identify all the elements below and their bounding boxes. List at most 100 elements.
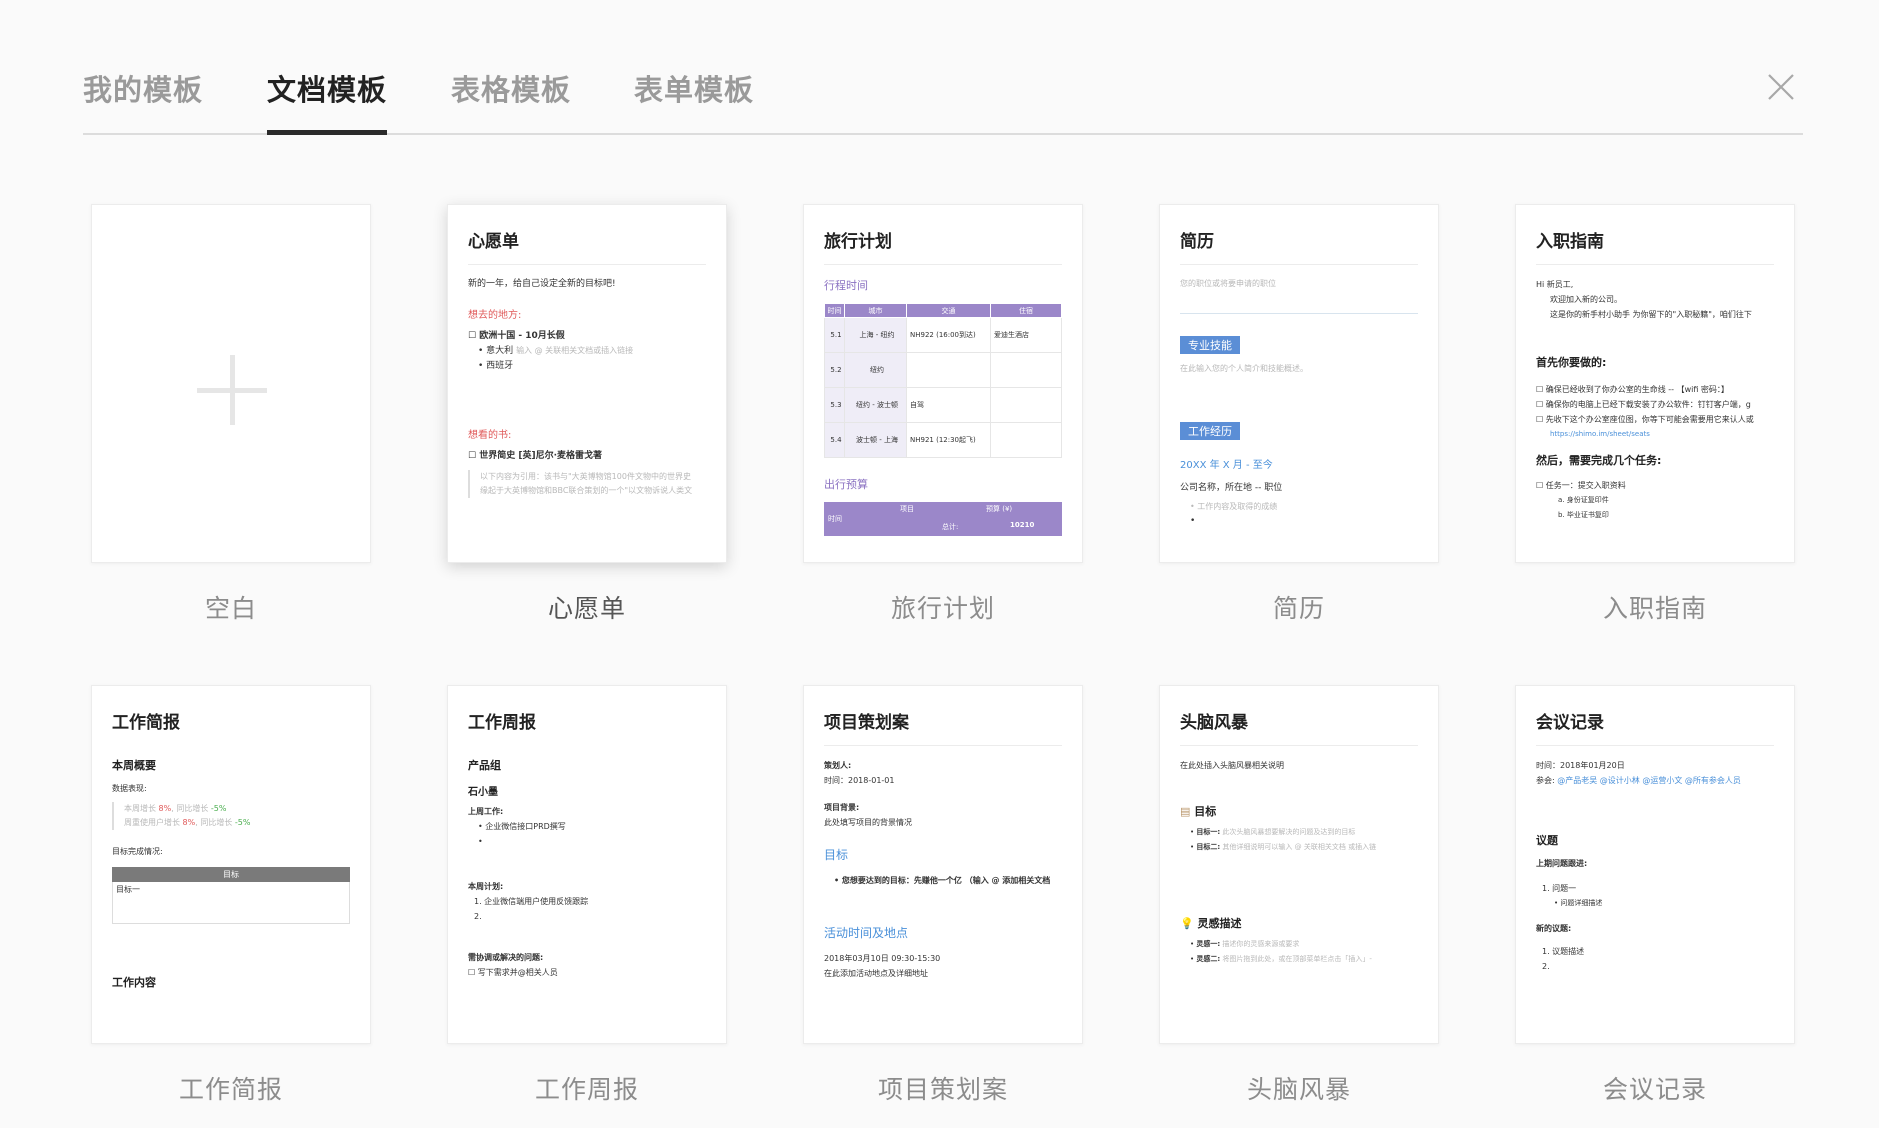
template-card-wishlist[interactable]: 心愿单 新的一年，给自己设定全新的目标吧! 想去的地方: 欧洲十国 - 10月长… bbox=[447, 204, 727, 563]
template-caption: 头脑风暴 bbox=[1246, 1075, 1351, 1104]
template-card-meeting[interactable]: 会议记录 时间：2018年01月20日 参会: @产品老吴 @设计小林 @运营小… bbox=[1515, 685, 1795, 1044]
card-heading: 本周概要 bbox=[112, 759, 156, 772]
table-cell: 波士顿 - 上海 bbox=[844, 422, 907, 458]
card-heading: 产品组 bbox=[468, 759, 501, 772]
table-cell: 自驾 bbox=[906, 387, 991, 423]
list-item: 1. 企业微信端用户使用反馈跟踪 bbox=[474, 897, 589, 906]
table-cell: 5.1 bbox=[824, 317, 845, 353]
card-heading: ▤ 目标 bbox=[1180, 805, 1217, 818]
card-text: 需协调或解决的问题: bbox=[468, 953, 544, 962]
card-heading: 活动时间及地点 bbox=[824, 926, 909, 940]
checkbox-item: 任务一：提交入职资料 bbox=[1536, 478, 1774, 493]
card-heading: 石小墨 bbox=[468, 787, 498, 798]
card-heading: 然后，需要完成几个任务: bbox=[1536, 454, 1662, 467]
template-item-onboarding[interactable]: 入职指南 Hi 新员工, 欢迎加入新的公司。 这是你的新手村小助手 为你留下的"… bbox=[1515, 204, 1795, 625]
template-item-brainstorm[interactable]: 头脑风暴 在此处插入头脑风暴相关说明 ▤ 目标 目标一: 此次头脑风暴想要解决的… bbox=[1159, 685, 1439, 1106]
template-caption: 工作简报 bbox=[178, 1075, 283, 1104]
budget-total: 10210 bbox=[1010, 521, 1035, 529]
card-title: 旅行计划 bbox=[824, 227, 1062, 265]
table-header: 住宿 bbox=[990, 303, 1062, 318]
table-cell: 纽约 - 波士顿 bbox=[844, 387, 907, 423]
template-card-brief[interactable]: 工作简报 本周概要 数据表现: 本周增长 8%, 同比增长 -5% 周重使用户增… bbox=[91, 685, 371, 1044]
checkbox-item: 先收下这个办公室座位图，你等下可能会需要用它来认人或 bbox=[1536, 412, 1774, 427]
template-item-brief[interactable]: 工作简报 本周概要 数据表现: 本周增长 8%, 同比增长 -5% 周重使用户增… bbox=[91, 685, 371, 1106]
card-text: 这是你的新手村小助手 为你留下的"入职秘籍"，咱们往下 bbox=[1550, 310, 1752, 319]
card-text: 项目背景: bbox=[824, 803, 860, 812]
template-card-blank[interactable] bbox=[91, 204, 371, 563]
table-cell: NH921 (12:30起飞) bbox=[906, 422, 991, 458]
table-cell: 5.3 bbox=[824, 387, 845, 423]
tab-doc-templates[interactable]: 文档模板 bbox=[267, 70, 388, 135]
table-cell: 5.2 bbox=[824, 352, 845, 388]
template-card-onboarding[interactable]: 入职指南 Hi 新员工, 欢迎加入新的公司。 这是你的新手村小助手 为你留下的"… bbox=[1515, 204, 1795, 563]
hint-text: 输入 @ 关联相关文档或插入链接 bbox=[516, 346, 634, 355]
template-item-resume[interactable]: 简历 您的职位或将要申请的职位 专业技能 在此输入您的个人简介和技能概述。 工作… bbox=[1159, 204, 1439, 625]
card-text: 数据表现: bbox=[112, 784, 147, 793]
checkbox-item: 确保你的电脑上已经下载安装了办公软件：钉钉客户端，g bbox=[1536, 397, 1774, 412]
template-card-resume[interactable]: 简历 您的职位或将要申请的职位 专业技能 在此输入您的个人简介和技能概述。 工作… bbox=[1159, 204, 1439, 563]
card-heading: 想看的书: bbox=[468, 430, 512, 441]
budget-total-label: 总计: bbox=[942, 523, 959, 531]
card-text: 欢迎加入新的公司。 bbox=[1550, 295, 1622, 304]
budget-header: 项目 bbox=[900, 505, 914, 513]
tab-sheet-templates[interactable]: 表格模板 bbox=[451, 70, 571, 133]
template-item-wishlist[interactable]: 心愿单 新的一年，给自己设定全新的目标吧! 想去的地方: 欧洲十国 - 10月长… bbox=[447, 204, 727, 625]
card-title: 会议记录 bbox=[1536, 708, 1774, 746]
close-icon[interactable] bbox=[1766, 72, 1796, 102]
card-text: b. 毕业证书复印 bbox=[1558, 511, 1609, 519]
card-text: 在此添加活动地点及详细地址 bbox=[824, 969, 928, 978]
tab-my-templates[interactable]: 我的模板 bbox=[83, 70, 203, 133]
template-card-project[interactable]: 项目策划案 策划人: 时间：2018-01-01 项目背景: 此处填写项目的背景… bbox=[803, 685, 1083, 1044]
list-item: 2. bbox=[1542, 962, 1550, 971]
card-heading: 议题 bbox=[1536, 834, 1558, 847]
bullet-item: 灵感一: 描述你的灵感来源或要求 bbox=[1180, 937, 1418, 952]
template-card-weekly[interactable]: 工作周报 产品组 石小墨 上周工作: 企业微信接口PRD撰写 本周计划: 1. … bbox=[447, 685, 727, 1044]
template-caption: 工作周报 bbox=[534, 1075, 639, 1104]
checkbox-item: 写下需求并@相关人员 bbox=[468, 965, 706, 980]
template-caption: 会议记录 bbox=[1602, 1075, 1707, 1104]
bullet-item: 您想要达到的目标：先赚他一个亿 （输入 @ 添加相关文档 bbox=[824, 873, 1062, 888]
card-text: 周重使用户增长 8%, 同比增长 -5% bbox=[124, 818, 251, 827]
template-item-project[interactable]: 项目策划案 策划人: 时间：2018-01-01 项目背景: 此处填写项目的背景… bbox=[803, 685, 1083, 1106]
bullet-item: 目标一: 此次头脑风暴想要解决的问题及达到的目标 bbox=[1180, 825, 1418, 840]
table-cell: 爱迪生酒店 bbox=[990, 317, 1062, 353]
budget-table: 时间 项目 预算 (¥) 总计: 10210 bbox=[824, 502, 1062, 536]
list-item: 1. 议题描述 bbox=[1542, 947, 1585, 956]
template-item-blank[interactable]: 空白 bbox=[91, 204, 371, 625]
card-text: 目标完成情况: bbox=[112, 847, 163, 856]
quote-text: 缘起于大英博物馆和BBC联合策划的一个"以文物诉说人类文 bbox=[480, 486, 693, 495]
template-caption: 旅行计划 bbox=[890, 594, 995, 623]
card-text: Hi 新员工, bbox=[1536, 280, 1574, 289]
checkbox-item: 确保已经收到了你办公室的生命线 -- 【wifi 密码：】 bbox=[1536, 382, 1774, 397]
budget-label: 时间 bbox=[828, 515, 842, 523]
card-title: 工作简报 bbox=[112, 713, 180, 733]
checkbox-item: 欧洲十国 - 10月长假 bbox=[468, 329, 706, 344]
card-heading: 目标 bbox=[824, 848, 849, 862]
template-item-weekly[interactable]: 工作周报 产品组 石小墨 上周工作: 企业微信接口PRD撰写 本周计划: 1. … bbox=[447, 685, 727, 1106]
template-caption: 简历 bbox=[1272, 594, 1325, 623]
card-heading: 行程时间 bbox=[824, 279, 868, 292]
template-card-brainstorm[interactable]: 头脑风暴 在此处插入头脑风暴相关说明 ▤ 目标 目标一: 此次头脑风暴想要解决的… bbox=[1159, 685, 1439, 1044]
template-card-travel[interactable]: 旅行计划 行程时间 时间 城市 交通 住宿 5.1 上海 - 纽约 NH922 … bbox=[803, 204, 1083, 563]
card-title: 头脑风暴 bbox=[1180, 708, 1418, 746]
card-title: 入职指南 bbox=[1536, 227, 1774, 265]
table-cell bbox=[990, 387, 1062, 423]
lightbulb-icon: 💡 bbox=[1180, 917, 1194, 930]
card-text: 上期问题跟进: bbox=[1536, 859, 1588, 868]
card-heading: 工作内容 bbox=[112, 976, 156, 989]
card-text: 本周计划: bbox=[468, 882, 504, 891]
card-text: 本周增长 8%, 同比增长 -5% bbox=[124, 804, 227, 813]
budget-header: 预算 (¥) bbox=[986, 505, 1013, 513]
bullet-item: 企业微信接口PRD撰写 bbox=[468, 819, 706, 834]
template-item-travel[interactable]: 旅行计划 行程时间 时间 城市 交通 住宿 5.1 上海 - 纽约 NH922 … bbox=[803, 204, 1083, 625]
card-heading: 想去的地方: bbox=[468, 310, 522, 321]
card-title: 心愿单 bbox=[468, 227, 706, 265]
card-text: 时间：2018年01月20日 bbox=[1536, 761, 1625, 770]
list-item: 2. bbox=[474, 912, 482, 921]
card-text: 2018年03月10日 09:30-15:30 bbox=[824, 954, 941, 963]
card-text: 20XX 年 X 月 - 至今 bbox=[1180, 460, 1273, 471]
template-item-meeting[interactable]: 会议记录 时间：2018年01月20日 参会: @产品老吴 @设计小林 @运营小… bbox=[1515, 685, 1795, 1106]
tab-form-templates[interactable]: 表单模板 bbox=[634, 70, 754, 133]
table-cell bbox=[906, 352, 991, 388]
card-heading: 💡 灵感描述 bbox=[1180, 917, 1242, 930]
